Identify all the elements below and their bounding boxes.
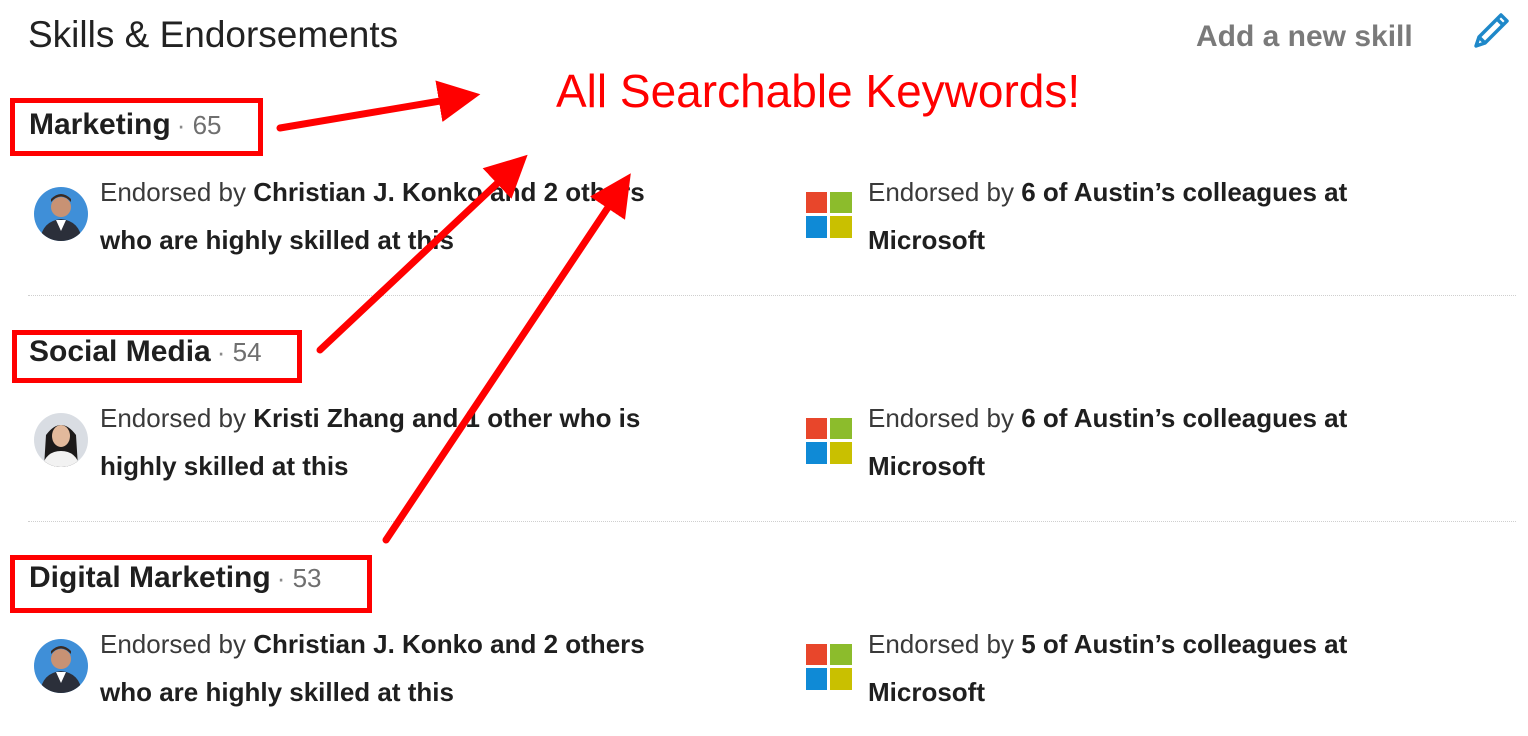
company-name: Microsoft (868, 451, 985, 481)
people-endorsement: Endorsed by Kristi Zhang and 1 other who… (100, 403, 641, 481)
company-name: Microsoft (868, 677, 985, 707)
company-name: Microsoft (868, 225, 985, 255)
endorsement-count[interactable]: 53 (277, 563, 322, 593)
skill-name[interactable]: Digital Marketing53 (29, 561, 322, 595)
divider (28, 295, 1516, 296)
company-endorsement: Endorsed by 5 of Austin’s colleagues at M… (868, 629, 1348, 707)
divider (28, 521, 1516, 522)
arrow-marketing (276, 80, 481, 132)
skill-name-label: Digital Marketing (29, 561, 271, 594)
company-endorsement: Endorsed by 6 of Austin’s colleagues at M… (868, 403, 1348, 481)
microsoft-logo-icon (806, 192, 852, 238)
endorsement-count[interactable]: 65 (177, 110, 222, 140)
people-endorsement: Endorsed by Christian J. Konko and 2 oth… (100, 177, 645, 255)
pencil-edit-icon[interactable] (1470, 10, 1512, 52)
endorser-avatar[interactable] (34, 413, 88, 467)
microsoft-logo-icon (806, 418, 852, 464)
company-endorsement: Endorsed by 6 of Austin’s colleagues at M… (868, 177, 1348, 255)
skill-name[interactable]: Marketing65 (29, 108, 222, 142)
endorser-avatar[interactable] (34, 639, 88, 693)
colleagues-link[interactable]: 5 of Austin’s colleagues at (1021, 629, 1347, 659)
endorser-names-link[interactable]: Christian J. Konko and 2 others (253, 629, 645, 659)
endorsement-detail: highly skilled at this (100, 451, 349, 481)
annotation-text: All Searchable Keywords! (556, 65, 1081, 117)
endorsement-detail: who are highly skilled at this (100, 677, 454, 707)
colleagues-link[interactable]: 6 of Austin’s colleagues at (1021, 403, 1347, 433)
endorser-names-link[interactable]: Christian J. Konko and 2 others (253, 177, 645, 207)
endorsement-detail: who are highly skilled at this (100, 225, 454, 255)
microsoft-logo-icon (806, 644, 852, 690)
skill-name-label: Social Media (29, 335, 211, 368)
endorser-names-link[interactable]: Kristi Zhang and 1 other who is (253, 403, 640, 433)
people-endorsement: Endorsed by Christian J. Konko and 2 oth… (100, 629, 645, 707)
section-title: Skills & Endorsements (28, 14, 399, 55)
skill-name[interactable]: Social Media54 (29, 335, 262, 369)
endorsement-count[interactable]: 54 (217, 337, 262, 367)
endorser-avatar[interactable] (34, 187, 88, 241)
colleagues-link[interactable]: 6 of Austin’s colleagues at (1021, 177, 1347, 207)
add-skill-link[interactable]: Add a new skill (1196, 20, 1413, 54)
skill-name-label: Marketing (29, 108, 171, 141)
